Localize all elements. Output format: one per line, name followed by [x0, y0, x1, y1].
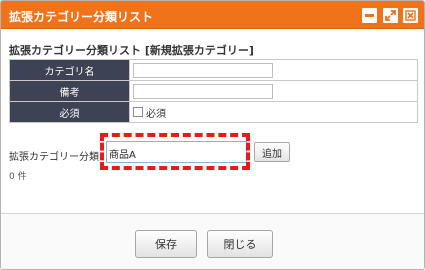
title-bar[interactable]: 拡張カテゴリー分類リスト	[1, 1, 424, 29]
required-checkbox-group[interactable]: 必須	[133, 105, 417, 120]
minimize-icon	[365, 14, 374, 17]
required-label: 必須	[9, 101, 130, 123]
add-button[interactable]: 追加	[254, 142, 290, 162]
category-classification-input[interactable]: 商品A	[106, 141, 247, 163]
dialog-footer: 保存 閉じる	[1, 213, 424, 269]
required-checkbox[interactable]	[133, 107, 143, 117]
close-button[interactable]: 閉じる	[207, 230, 273, 258]
form-row-note: 備考	[9, 80, 418, 102]
category-classification-label: 拡張カテゴリー分類	[9, 152, 99, 163]
window-title: 拡張カテゴリー分類リスト	[9, 10, 154, 24]
category-dialog: 拡張カテゴリー分類リスト 拡張カテゴリー分類リスト [新規拡張カテゴリー] カテ…	[0, 0, 425, 270]
close-window-button[interactable]	[403, 8, 418, 23]
form-row-required: 必須 必須	[9, 101, 418, 123]
maximize-button[interactable]	[383, 8, 398, 23]
note-label: 備考	[9, 80, 130, 102]
save-button[interactable]: 保存	[135, 230, 197, 258]
minimize-button[interactable]	[362, 8, 377, 23]
item-count: 0 件	[9, 172, 27, 182]
category-form: カテゴリ名 備考 必須 必須	[9, 59, 418, 123]
required-checkbox-label: 必須	[146, 108, 166, 120]
close-icon	[405, 10, 416, 21]
form-row-name: カテゴリ名	[9, 59, 418, 81]
category-name-label: カテゴリ名	[9, 59, 130, 81]
category-name-input[interactable]	[133, 62, 273, 78]
maximize-icon	[385, 10, 396, 21]
note-input[interactable]	[133, 83, 273, 99]
section-subtitle: 拡張カテゴリー分類リスト [新規拡張カテゴリー]	[9, 44, 254, 57]
